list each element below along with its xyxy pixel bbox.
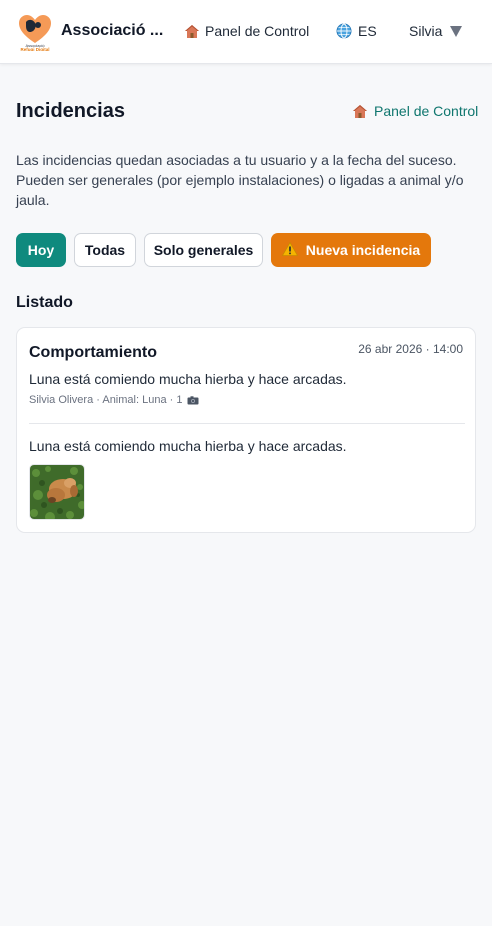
top-navbar: Associació Refugi Digital Associació ...… [0,0,492,64]
intro-text: Las incidencias quedan asociadas a tu us… [16,152,464,208]
caret-down-icon [450,25,463,37]
filter-generales-button[interactable]: Solo generales [144,233,263,267]
incident-category: Comportamiento [29,344,157,361]
language-label: ES [358,23,377,39]
filter-hoy-button[interactable]: Hoy [16,233,66,267]
user-menu[interactable]: Silvia [409,23,463,39]
app-logo[interactable]: Associació Refugi Digital [17,13,53,52]
app-brand-name[interactable]: Associació ... [61,22,163,40]
breadcrumb-panel-de-control[interactable]: Panel de Control [352,103,478,119]
incident-meta: Silvia Olivera · Animal: Luna · 1 [29,394,199,406]
new-incidencia-label: Nueva incidencia [305,242,421,258]
new-incidencia-button[interactable]: Nueva incidencia [271,233,431,267]
language-selector[interactable]: ES [336,23,377,39]
filter-todas-button[interactable]: Todas [74,233,136,267]
incident-card[interactable]: Comportamiento 26 abr 2026 · 14:00 Luna … [16,327,476,533]
camera-icon [187,395,199,405]
incident-description: Luna está comiendo mucha hierba y hace a… [29,438,347,454]
warning-icon [281,241,298,259]
user-name: Silvia [409,23,443,39]
incident-meta-text: Silvia Olivera · Animal: Luna · 1 [29,394,183,406]
list-title: Listado [16,294,73,311]
card-divider [29,423,465,424]
incident-summary: Luna está comiendo mucha hierba y hace a… [29,371,347,387]
svg-text:Refugi Digital: Refugi Digital [21,47,50,51]
incident-photo-thumbnail[interactable] [29,464,85,520]
globe-icon [336,23,352,39]
nav-panel-de-control[interactable]: Panel de Control [184,23,309,39]
breadcrumb-label: Panel de Control [374,103,479,119]
page-title: Incidencias [16,100,125,122]
house-icon [352,104,368,119]
house-icon [184,24,200,39]
nav-panel-label: Panel de Control [205,23,310,39]
incident-date: 26 abr 2026 · 14:00 [358,342,463,356]
